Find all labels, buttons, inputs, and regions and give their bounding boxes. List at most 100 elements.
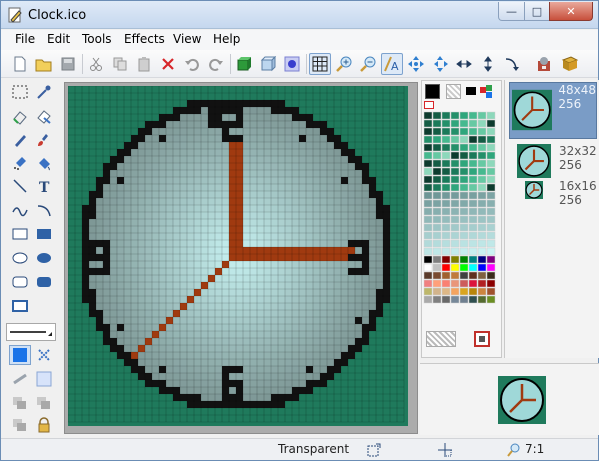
pipette-icon[interactable] <box>33 82 55 102</box>
menu-view[interactable]: View <box>173 32 201 46</box>
copy-icon[interactable] <box>109 53 131 75</box>
glow-icon[interactable] <box>281 53 303 75</box>
format-16x16[interactable]: 16x16 256 <box>525 179 597 207</box>
rounded-rect-filled-icon[interactable] <box>33 272 55 292</box>
inverse-color-swatch[interactable] <box>474 331 490 347</box>
flip-vertical-icon[interactable] <box>477 53 499 75</box>
icon-formats-list: 48x48 256 32x32 256 16x16 256 <box>504 80 599 358</box>
status-bar: Transparent 7:1 <box>1 438 598 460</box>
select-rect-icon[interactable] <box>9 82 31 102</box>
bucket-eraser-icon[interactable] <box>33 107 55 127</box>
brush-icon[interactable] <box>33 130 55 150</box>
stamp-icon[interactable] <box>33 393 55 413</box>
rectangle-outline-icon[interactable] <box>9 224 31 244</box>
brighten-icon[interactable] <box>9 369 31 389</box>
pixel-canvas[interactable] <box>68 86 408 426</box>
move-right-icon[interactable] <box>429 53 451 75</box>
zoom-in-icon[interactable] <box>333 53 355 75</box>
format-size-label: 48x48 <box>558 83 596 97</box>
preview-panel <box>420 363 599 435</box>
text-aa-icon[interactable]: A <box>381 53 403 75</box>
clock-thumbnail-icon <box>525 181 543 199</box>
transparent-status: Transparent <box>278 442 350 456</box>
pencil-icon[interactable] <box>9 130 31 150</box>
fill-icon[interactable] <box>33 153 55 173</box>
lock-icon[interactable] <box>33 415 55 435</box>
background-color-swatch[interactable] <box>446 84 461 99</box>
format-size-label: 32x32 <box>559 144 597 158</box>
new-icon[interactable] <box>9 53 31 75</box>
cut-icon[interactable] <box>85 53 107 75</box>
clone-icon[interactable] <box>9 393 31 413</box>
canvas-frame <box>64 82 418 434</box>
window-title: Clock.ico <box>28 8 87 23</box>
delete-icon[interactable] <box>157 53 179 75</box>
darken-icon[interactable] <box>33 369 55 389</box>
close-button[interactable]: ✕ <box>549 2 593 21</box>
minimize-button[interactable]: — <box>498 2 525 21</box>
color-box-icon[interactable] <box>9 345 31 365</box>
rectangle-filled-icon[interactable] <box>33 224 55 244</box>
title-bar: Clock.ico — □ ✕ <box>1 1 598 29</box>
grid-icon[interactable] <box>309 53 331 75</box>
move-arrows-icon[interactable] <box>405 53 427 75</box>
format-depth-label: 256 <box>558 97 582 111</box>
blur-icon[interactable] <box>33 345 55 365</box>
ellipse-filled-icon[interactable] <box>33 248 55 268</box>
app-window: Clock.ico — □ ✕ File Edit Tools Effects … <box>0 0 599 461</box>
text-icon[interactable]: T <box>33 176 55 196</box>
clock-thumbnail-icon <box>517 144 551 178</box>
line-width-selector[interactable] <box>6 323 56 341</box>
group-icon[interactable] <box>9 415 31 435</box>
line-icon[interactable] <box>9 176 31 196</box>
menu-tools[interactable]: Tools <box>82 32 112 46</box>
foreground-color-swatch[interactable] <box>425 84 440 99</box>
zoom-status-icon <box>507 443 520 457</box>
cube-blue-icon[interactable] <box>257 53 279 75</box>
format-depth-label: 256 <box>559 158 582 172</box>
palette-grid[interactable] <box>423 111 501 331</box>
menu-edit[interactable]: Edit <box>47 32 70 46</box>
menu-effects[interactable]: Effects <box>124 32 165 46</box>
zoom-out-icon[interactable] <box>357 53 379 75</box>
selection-size-icon <box>438 443 452 457</box>
undo-icon[interactable] <box>181 53 203 75</box>
tool-palette: T <box>5 80 59 440</box>
transparent-color-indicator <box>424 101 434 109</box>
menu-bar: File Edit Tools Effects View Help <box>1 30 598 50</box>
paste-icon[interactable] <box>133 53 155 75</box>
spray-icon[interactable] <box>9 153 31 173</box>
open-icon[interactable] <box>33 53 55 75</box>
rounded-rect-outline-icon[interactable] <box>9 272 31 292</box>
clock-preview-icon <box>498 376 546 424</box>
format-depth-label: 256 <box>559 193 582 207</box>
menu-file[interactable]: File <box>15 32 35 46</box>
save-icon[interactable] <box>57 53 79 75</box>
format-32x32[interactable]: 32x32 256 <box>517 144 597 178</box>
book-icon[interactable] <box>559 53 581 75</box>
color-tools-icon[interactable] <box>464 84 498 100</box>
arc-icon[interactable] <box>33 200 55 220</box>
zoom-level: 7:1 <box>525 442 545 456</box>
svg-text:A: A <box>391 60 399 73</box>
clock-thumbnail-icon <box>512 89 553 131</box>
ellipse-outline-icon[interactable] <box>9 248 31 268</box>
app-icon[interactable] <box>533 53 555 75</box>
svg-text:T: T <box>39 180 50 194</box>
format-48x48[interactable]: 48x48 256 <box>509 82 597 139</box>
color-palette <box>421 80 502 358</box>
maximize-button[interactable]: □ <box>524 2 550 21</box>
cube-green-icon[interactable] <box>233 53 255 75</box>
frame-rect-icon[interactable] <box>9 296 31 316</box>
format-size-label: 16x16 <box>559 179 597 193</box>
curve-icon[interactable] <box>9 200 31 220</box>
cursor-position-icon <box>367 443 381 457</box>
flip-horizontal-icon[interactable] <box>453 53 475 75</box>
redo-icon[interactable] <box>205 53 227 75</box>
pencil-app-icon <box>8 7 22 23</box>
toolbar: A <box>1 50 598 78</box>
transparent-swatch[interactable] <box>426 331 456 347</box>
menu-help[interactable]: Help <box>213 32 240 46</box>
eraser-icon[interactable] <box>9 107 31 127</box>
rotate-icon[interactable] <box>501 53 523 75</box>
